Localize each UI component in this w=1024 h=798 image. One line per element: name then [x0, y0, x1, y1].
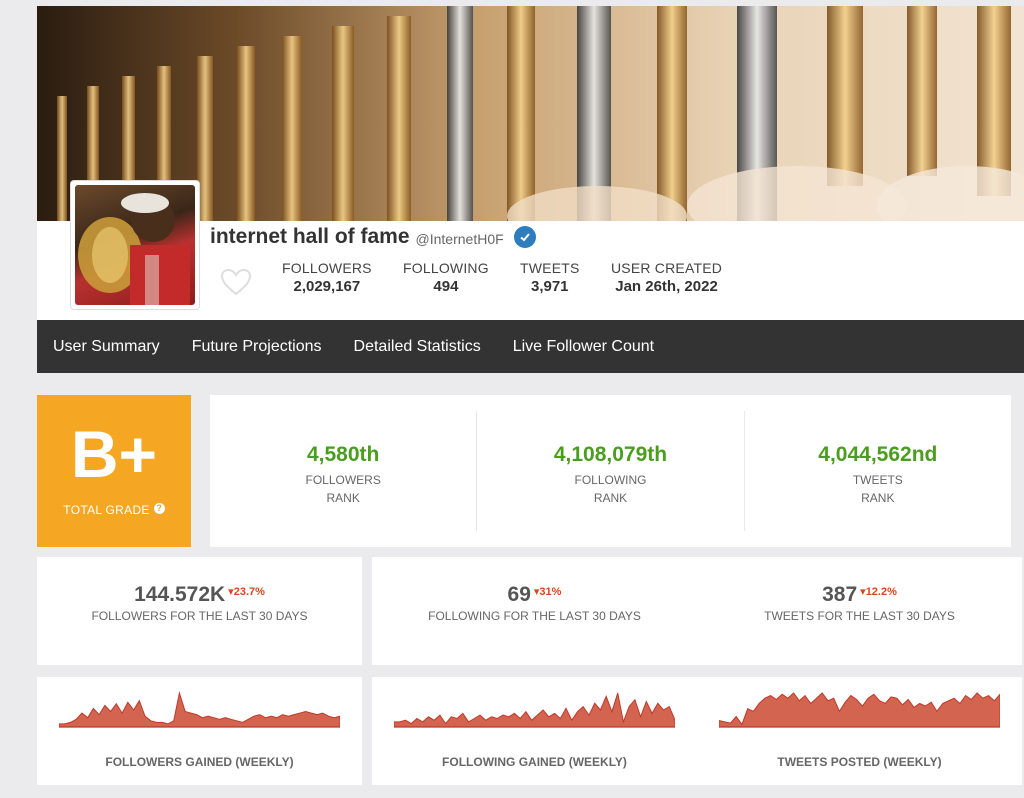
spark-following-gained: FOLLOWING GAINED (WEEKLY): [372, 677, 697, 785]
spark-label: TWEETS POSTED (WEEKLY): [777, 755, 942, 769]
card-tweets-30d: 387 ▾12.2% TWEETS FOR THE LAST 30 DAYS: [697, 557, 1022, 665]
card-value-row: 69 ▾31%: [372, 583, 697, 607]
rank-sub: FOLLOWERS RANK: [210, 471, 476, 507]
card-change-value: 12.2%: [865, 586, 897, 598]
nav-live-follower-count[interactable]: Live Follower Count: [513, 338, 654, 356]
avatar-photo: [78, 193, 190, 305]
avatar-image: [75, 185, 195, 305]
card-value: 144.572K: [134, 583, 226, 606]
card-value-row: 387 ▾12.2%: [697, 583, 1022, 607]
rank-value: 4,580th: [306, 443, 380, 466]
rank-value: 4,108,079th: [553, 443, 668, 466]
verified-badge-icon: [513, 226, 536, 248]
tweets-posted-sparkline[interactable]: [719, 687, 1000, 747]
card-change: ▾31%: [534, 585, 562, 598]
spark-tweets-posted: TWEETS POSTED (WEEKLY): [697, 677, 1022, 785]
avatar[interactable]: [70, 180, 200, 310]
following-gained-sparkline[interactable]: [394, 687, 675, 747]
nav-future-projections[interactable]: Future Projections: [192, 338, 322, 356]
stat-value: Jan 26th, 2022: [615, 278, 718, 295]
rank-sub-line1: FOLLOWING: [574, 473, 647, 487]
stat-label: FOLLOWING: [403, 260, 489, 276]
stat-label: FOLLOWERS: [282, 260, 372, 276]
heart-icon[interactable]: [220, 268, 252, 301]
card-label: TWEETS FOR THE LAST 30 DAYS: [764, 609, 955, 623]
stat-user-created: USER CREATED Jan 26th, 2022: [611, 260, 722, 295]
spark-label: FOLLOWERS GAINED (WEEKLY): [105, 755, 294, 769]
stat-label: USER CREATED: [611, 260, 723, 276]
card-change: ▾23.7%: [228, 585, 265, 598]
help-icon[interactable]: ?: [153, 502, 165, 514]
card-followers-30d: 144.572K ▾23.7% FOLLOWERS FOR THE LAST 3…: [37, 557, 362, 665]
spark-label: FOLLOWING GAINED (WEEKLY): [442, 755, 627, 769]
total-grade-box: B+ TOTAL GRADE ?: [37, 395, 191, 547]
stat-following: FOLLOWING 494: [403, 260, 489, 295]
rank-sub-line2: RANK: [593, 491, 628, 505]
stat-value: 2,029,167: [293, 278, 361, 295]
rank-sub: TWEETS RANK: [745, 471, 1011, 507]
rank-sub-line2: RANK: [861, 491, 895, 505]
rank-sub-line2: RANK: [326, 491, 360, 505]
stat-value: 3,971: [530, 278, 569, 295]
ranks-panel: 4,580th FOLLOWERS RANK 4,108,079th FOLLO…: [210, 395, 1011, 547]
sparkline-area: [719, 692, 1000, 728]
stat-label: TWEETS: [520, 260, 580, 276]
profile-card: internet hall of fame @InternetH0F FOLLO…: [37, 6, 1024, 320]
rank-following: 4,108,079th FOLLOWING RANK: [477, 411, 745, 531]
grade-label-row: TOTAL GRADE ?: [37, 502, 191, 517]
profile-name: internet hall of fame: [210, 225, 410, 248]
nav-user-summary[interactable]: User Summary: [53, 338, 160, 356]
card-label: FOLLOWING FOR THE LAST 30 DAYS: [428, 609, 641, 623]
stat-value: 494: [433, 278, 459, 295]
card-value-row: 144.572K ▾23.7%: [37, 583, 362, 607]
rank-sub-line1: TWEETS: [852, 473, 903, 487]
spark-followers-gained: FOLLOWERS GAINED (WEEKLY): [37, 677, 362, 785]
stat-tweets: TWEETS 3,971: [520, 260, 580, 295]
card-change-value: 31%: [539, 586, 562, 598]
rank-sub-line1: FOLLOWERS: [305, 473, 381, 487]
rank-sub: FOLLOWING RANK: [477, 471, 743, 507]
card-label: FOLLOWERS FOR THE LAST 30 DAYS: [91, 609, 308, 623]
sparkline-area: [394, 692, 675, 728]
rank-tweets: 4,044,562nd TWEETS RANK: [745, 411, 1011, 531]
rank-value: 4,044,562nd: [818, 443, 938, 466]
card-value: 69: [507, 583, 531, 606]
card-change: ▾12.2%: [860, 585, 897, 598]
card-value: 387: [822, 583, 858, 606]
profile-name-row: internet hall of fame @InternetH0F: [210, 225, 536, 249]
grade-letter: B+: [70, 417, 158, 491]
followers-gained-sparkline[interactable]: [59, 687, 340, 747]
stat-followers: FOLLOWERS 2,029,167: [282, 260, 372, 295]
nav-bar: User Summary Future Projections Detailed…: [37, 320, 1024, 373]
nav-detailed-statistics[interactable]: Detailed Statistics: [354, 338, 481, 356]
grade-label: TOTAL GRADE: [63, 503, 150, 517]
rank-followers: 4,580th FOLLOWERS RANK: [210, 411, 478, 531]
card-following-30d: 69 ▾31% FOLLOWING FOR THE LAST 30 DAYS: [372, 557, 697, 665]
card-change-value: 23.7%: [233, 586, 265, 598]
sparkline-area: [59, 691, 340, 728]
profile-handle[interactable]: @InternetH0F: [416, 231, 504, 247]
